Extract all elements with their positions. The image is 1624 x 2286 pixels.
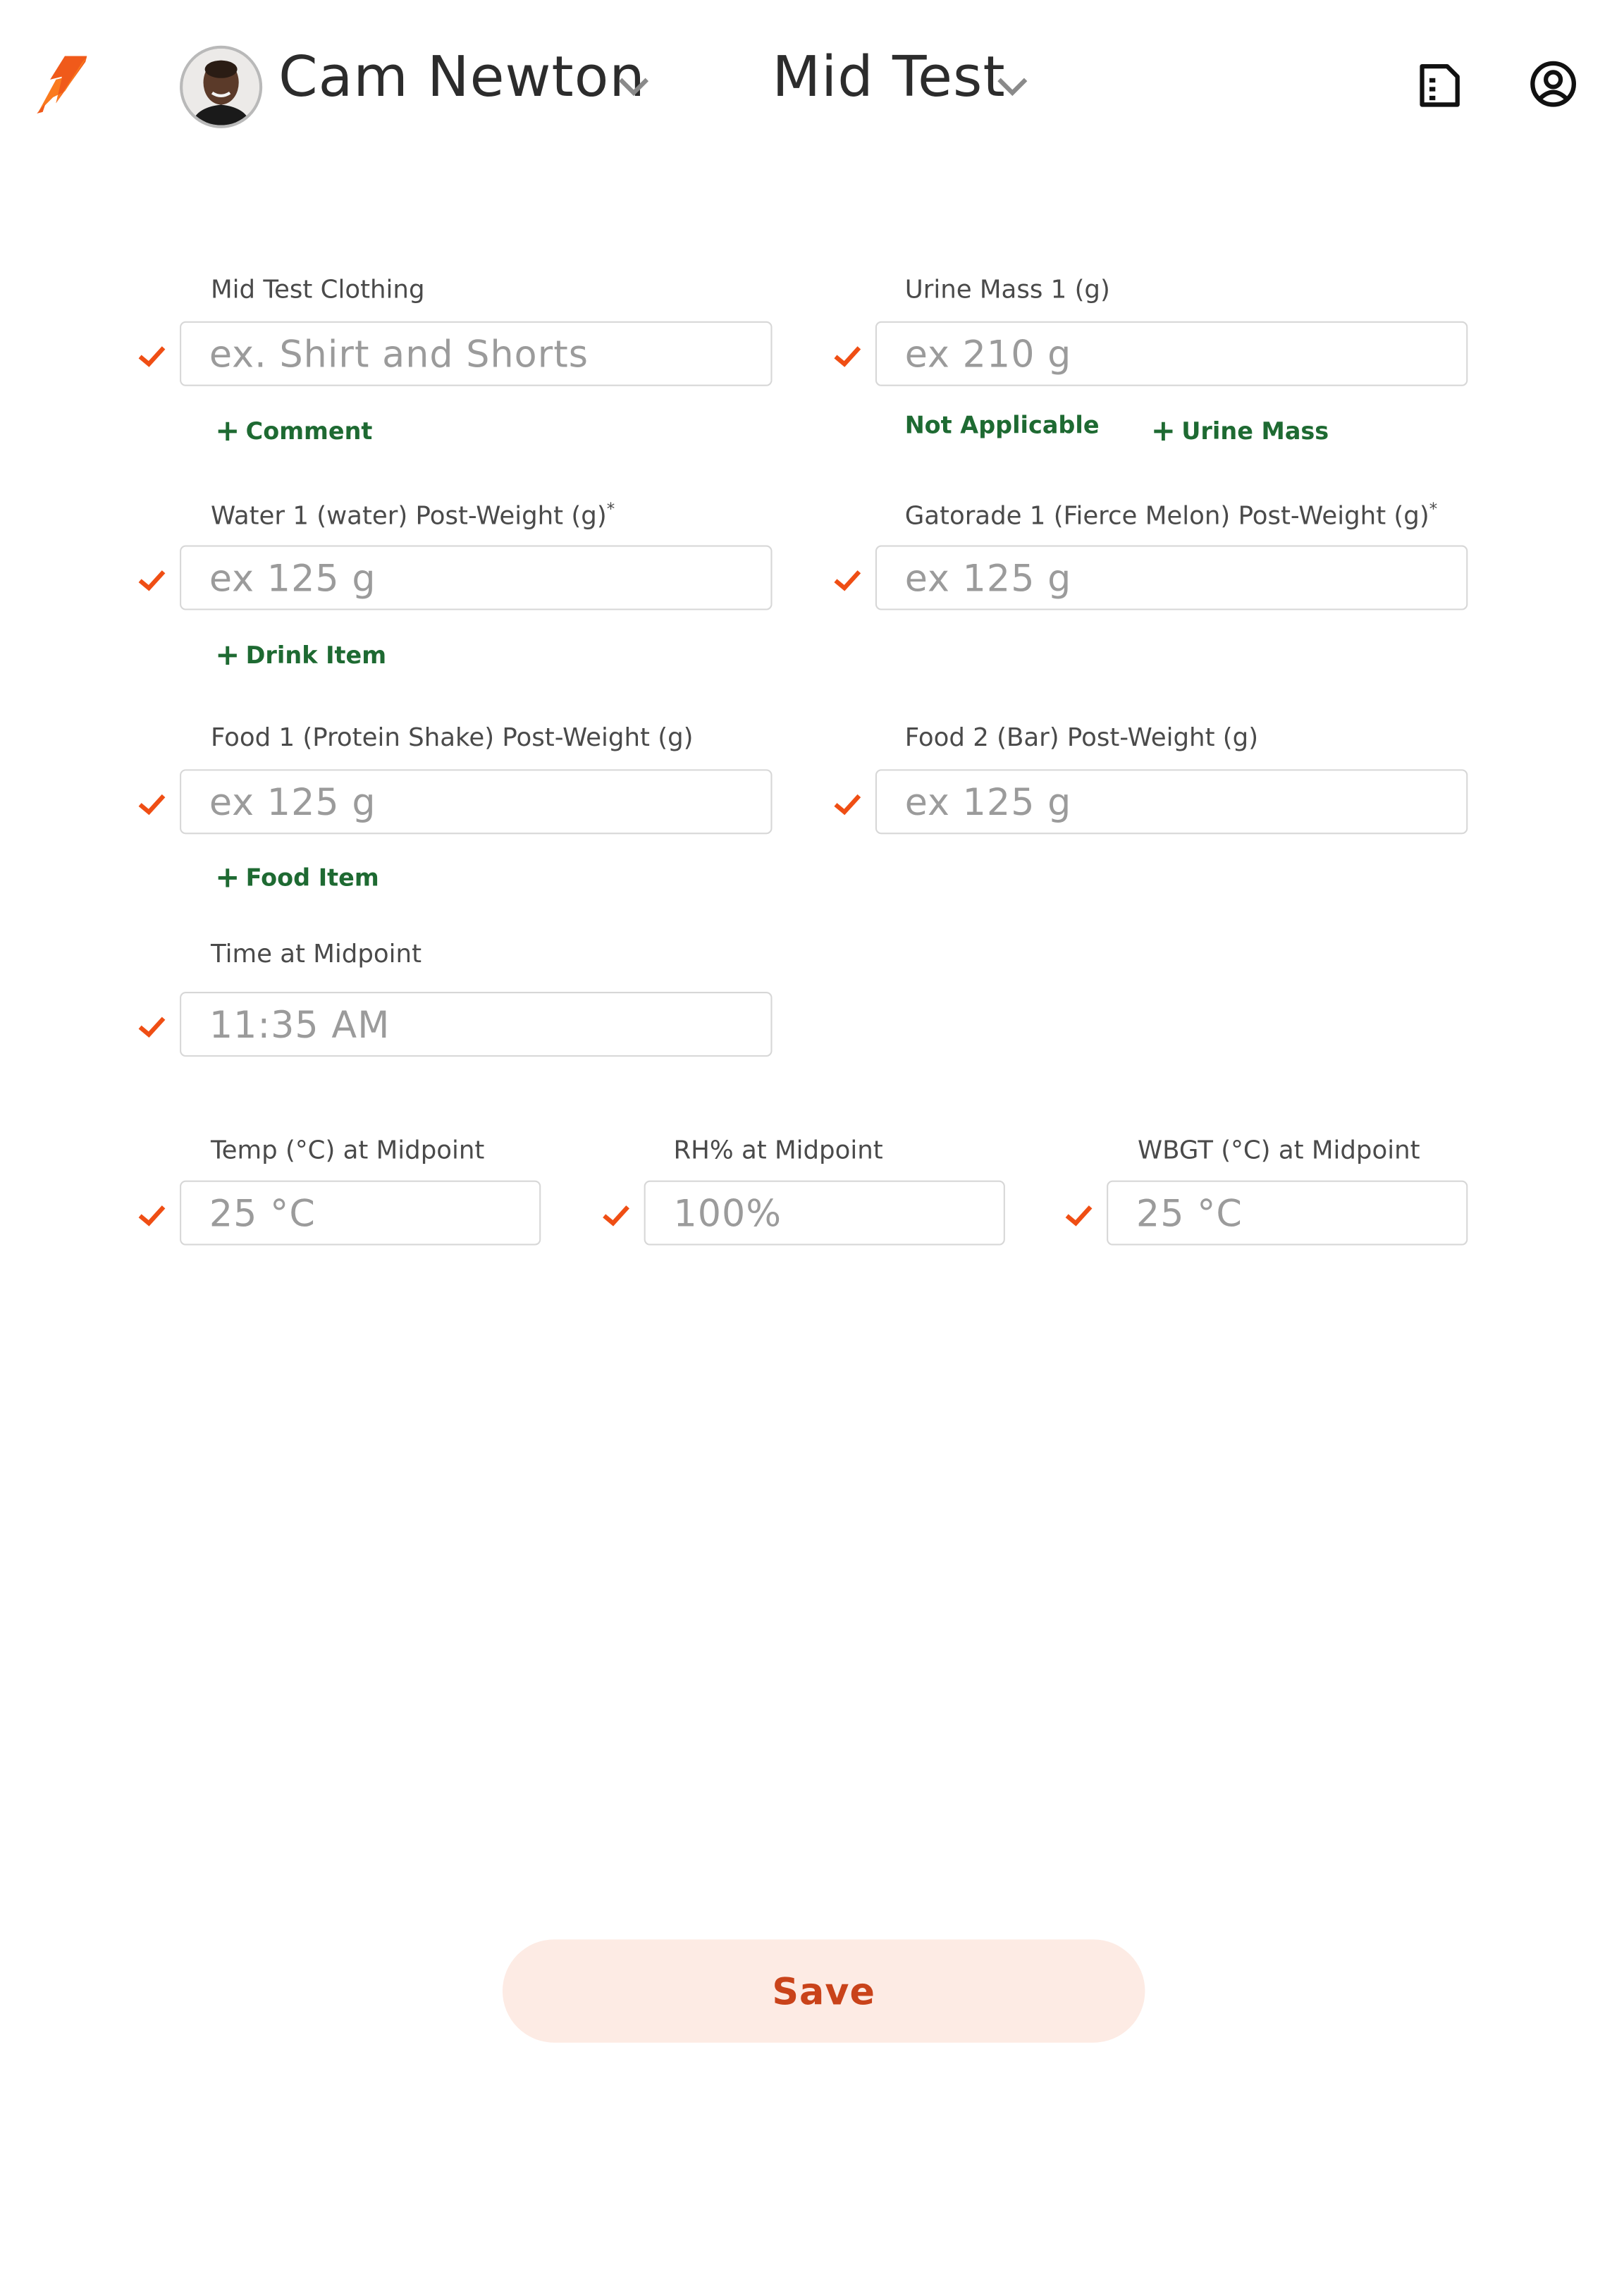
- save-button[interactable]: Save: [502, 1939, 1145, 2043]
- plus-icon: +: [1150, 412, 1176, 448]
- test-stage-selector[interactable]: Mid Test: [773, 44, 1006, 109]
- add-drink-item-link[interactable]: + Drink Item: [215, 635, 386, 672]
- temp-input[interactable]: [180, 1180, 541, 1246]
- time-label: Time at Midpoint: [210, 940, 422, 970]
- food1-label: Food 1 (Protein Shake) Post-Weight (g): [210, 723, 694, 754]
- avatar[interactable]: [180, 45, 263, 128]
- water-label: Water 1 (water) Post-Weight (g)*: [210, 499, 615, 532]
- plus-icon: +: [215, 859, 240, 895]
- required-mark: *: [1429, 499, 1438, 519]
- rh-label: RH% at Midpoint: [673, 1136, 883, 1166]
- rh-input[interactable]: [644, 1180, 1005, 1246]
- checkmark-icon: [137, 1204, 166, 1227]
- gatorade-label: Gatorade 1 (Fierce Melon) Post-Weight (g…: [904, 499, 1438, 532]
- add-urine-mass-link[interactable]: + Urine Mass: [1150, 411, 1329, 448]
- checkmark-icon: [137, 569, 166, 592]
- plus-icon: +: [215, 412, 240, 448]
- temp-label: Temp (°C) at Midpoint: [210, 1136, 485, 1166]
- water-post-weight-input[interactable]: [180, 545, 773, 610]
- gatorade-post-weight-input[interactable]: [875, 545, 1468, 610]
- time-at-midpoint-input[interactable]: [180, 992, 773, 1057]
- checkmark-icon: [137, 345, 166, 368]
- checkmark-icon: [137, 1015, 166, 1038]
- user-circle-icon[interactable]: [1530, 61, 1577, 108]
- chevron-down-icon[interactable]: [996, 75, 1028, 97]
- not-applicable-link[interactable]: Not Applicable: [905, 411, 1100, 439]
- food2-label: Food 2 (Bar) Post-Weight (g): [904, 723, 1259, 754]
- food1-post-weight-input[interactable]: [180, 769, 773, 835]
- gatorade-bolt-icon[interactable]: [32, 53, 92, 118]
- checkmark-icon: [137, 793, 166, 816]
- wbgt-label: WBGT (°C) at Midpoint: [1138, 1136, 1420, 1166]
- wbgt-input[interactable]: [1107, 1180, 1468, 1246]
- mid-test-screen: Cam Newton Mid Test Mid Test Clothing +C…: [0, 0, 1624, 2286]
- food2-post-weight-input[interactable]: [875, 769, 1468, 835]
- checkmark-icon: [601, 1204, 631, 1227]
- add-comment-link[interactable]: + Comment: [215, 411, 372, 448]
- document-list-icon[interactable]: [1417, 62, 1462, 109]
- checkmark-icon: [1064, 1204, 1093, 1227]
- clothing-label: Mid Test Clothing: [210, 275, 425, 305]
- checkmark-icon: [832, 345, 862, 368]
- chevron-down-icon[interactable]: [617, 75, 650, 97]
- required-mark: *: [606, 499, 615, 519]
- clothing-input[interactable]: [180, 321, 773, 386]
- urine-mass-label: Urine Mass 1 (g): [904, 275, 1110, 305]
- plus-icon: +: [215, 637, 240, 672]
- urine-mass-input[interactable]: [875, 321, 1468, 386]
- checkmark-icon: [832, 793, 862, 816]
- add-food-item-link[interactable]: + Food Item: [215, 858, 379, 895]
- checkmark-icon: [832, 569, 862, 592]
- athlete-name[interactable]: Cam Newton: [278, 44, 646, 109]
